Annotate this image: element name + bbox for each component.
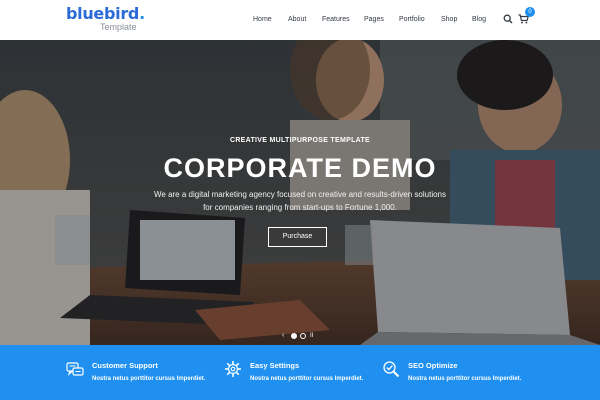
hero-subtitle: We are a digital marketing agency focuse… <box>140 188 460 214</box>
purchase-button[interactable]: Purchase <box>268 227 327 247</box>
slider-pause-icon[interactable]: II <box>310 332 313 340</box>
nav-item-blog[interactable]: Blog <box>472 13 486 27</box>
nav-item-shop[interactable]: Shop <box>441 13 457 27</box>
nav-item-home[interactable]: Home <box>253 13 272 27</box>
feature-easy-settings: Easy Settings Nostra netus porttitor cur… <box>224 345 374 400</box>
logo-dot: . <box>139 4 145 23</box>
hero-subtitle-line-1: We are a digital marketing agency focuse… <box>153 190 446 199</box>
slider-dot-2[interactable] <box>300 333 306 339</box>
nav-item-portfolio[interactable]: Portfolio <box>399 13 425 27</box>
chat-support-icon <box>66 362 84 376</box>
feature-customer-support: Customer Support Nostra netus porttitor … <box>66 345 216 400</box>
feature-seo-optimize: SEO Optimize Nostra netus porttitor curs… <box>382 345 532 400</box>
search-icon[interactable] <box>503 14 513 24</box>
seo-magnifier-icon <box>383 361 400 378</box>
feature-text: Nostra netus porttitor cursus Imperdiet. <box>92 376 206 382</box>
nav-item-about[interactable]: About <box>288 13 306 27</box>
settings-gear-icon <box>225 361 241 377</box>
nav-item-features[interactable]: Features <box>322 13 350 27</box>
site-header: bluebird. Template Home About Features P… <box>0 0 600 40</box>
logo[interactable]: bluebird. Template <box>66 6 145 33</box>
hero-subtitle-line-2: for companies ranging from start-ups to … <box>203 203 397 212</box>
logo-text: bluebird <box>66 4 140 23</box>
cart-count-badge: 0 <box>525 7 535 17</box>
feature-title: Customer Support <box>92 361 158 370</box>
logo-wordmark: bluebird. <box>66 6 145 22</box>
logo-subtitle: Template <box>100 22 137 32</box>
feature-text: Nostra netus porttitor cursus Imperdiet. <box>250 376 364 382</box>
feature-text: Nostra netus porttitor cursus Imperdiet. <box>408 376 522 382</box>
feature-title: Easy Settings <box>250 361 300 370</box>
slider-prev-icon[interactable]: ‹ <box>282 332 284 340</box>
hero-title: CORPORATE DEMO <box>163 153 437 183</box>
nav-item-pages[interactable]: Pages <box>364 13 384 27</box>
hero-slider: CREATIVE MULTIPURPOSE TEMPLATE CORPORATE… <box>0 40 600 345</box>
slider-dot-1[interactable] <box>291 333 297 339</box>
feature-title: SEO Optimize <box>408 361 458 370</box>
hero-kicker: CREATIVE MULTIPURPOSE TEMPLATE <box>229 137 371 144</box>
features-strip: Customer Support Nostra netus porttitor … <box>0 345 600 400</box>
